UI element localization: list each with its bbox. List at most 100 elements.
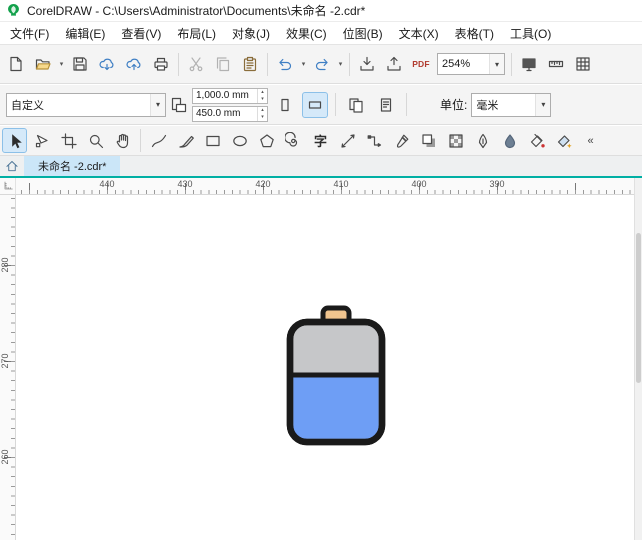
- title-bar: CorelDRAW - C:\Users\Administrator\Docum…: [0, 0, 642, 22]
- vertical-ruler[interactable]: 280 270 260: [0, 195, 16, 540]
- polygon-tool[interactable]: [254, 128, 279, 153]
- drop-shadow-icon: [420, 132, 438, 150]
- freehand-tool[interactable]: [146, 128, 171, 153]
- copy-icon: [214, 55, 232, 73]
- page-width-input[interactable]: 1,000.0 mm: [192, 87, 268, 104]
- page-width-stepper[interactable]: [257, 88, 267, 103]
- drop-shadow-tool[interactable]: [416, 128, 441, 153]
- transparency-tool[interactable]: [443, 128, 468, 153]
- page-size-preset-combobox[interactable]: 自定义: [6, 92, 166, 117]
- menu-layout[interactable]: 布局(L): [169, 22, 224, 45]
- export-button[interactable]: [381, 51, 407, 77]
- print-button[interactable]: [148, 51, 174, 77]
- fullscreen-preview-button[interactable]: [516, 51, 542, 77]
- zoom-level-combobox[interactable]: 254%: [437, 53, 505, 75]
- toolbar-separator: [406, 93, 407, 116]
- dropdown-caret-icon[interactable]: [336, 51, 345, 77]
- open-button[interactable]: [30, 51, 56, 77]
- import-icon: [358, 55, 376, 73]
- edit-fill-tool[interactable]: [497, 128, 522, 153]
- home-button[interactable]: [0, 156, 24, 176]
- show-grid-icon: [574, 55, 592, 73]
- connector-tool[interactable]: [362, 128, 387, 153]
- page-height-value: 450.0 mm: [196, 108, 241, 119]
- chevron-down-icon[interactable]: [489, 54, 504, 74]
- menu-bitmaps[interactable]: 位图(B): [335, 22, 391, 45]
- crop-icon: [60, 132, 78, 150]
- vertical-scrollbar[interactable]: [634, 178, 642, 540]
- artistic-media-tool[interactable]: [173, 128, 198, 153]
- battery-body-bottom[interactable]: [293, 375, 379, 439]
- document-tab[interactable]: 未命名 -2.cdr*: [24, 156, 121, 176]
- new-document-icon: [7, 55, 25, 73]
- apply-to-current-page-button[interactable]: [373, 92, 399, 118]
- ruler-origin-button[interactable]: [0, 178, 16, 194]
- dropdown-caret-icon[interactable]: [57, 51, 66, 77]
- chevron-down-icon[interactable]: [535, 93, 551, 116]
- paste-icon: [241, 55, 259, 73]
- apply-to-all-pages-button[interactable]: [343, 92, 369, 118]
- transparency-icon: [447, 132, 465, 150]
- menu-file[interactable]: 文件(F): [2, 22, 57, 45]
- drawing-canvas[interactable]: [16, 195, 634, 540]
- menu-edit[interactable]: 编辑(E): [57, 22, 113, 45]
- interactive-fill-tool[interactable]: [524, 128, 549, 153]
- toolbox-overflow-button[interactable]: «: [578, 128, 603, 153]
- chevron-down-icon[interactable]: [150, 93, 165, 116]
- new-document-button[interactable]: [3, 51, 29, 77]
- save-to-cloud-button[interactable]: [121, 51, 147, 77]
- zoom-tool[interactable]: [83, 128, 108, 153]
- menu-tools[interactable]: 工具(O): [502, 22, 559, 45]
- pick-tool[interactable]: [2, 128, 27, 153]
- show-grid-button[interactable]: [570, 51, 596, 77]
- menu-effects[interactable]: 效果(C): [278, 22, 335, 45]
- menu-bar: 文件(F) 编辑(E) 查看(V) 布局(L) 对象(J) 效果(C) 位图(B) 文本(X)…: [0, 22, 642, 45]
- text-tool-label: 字: [313, 134, 327, 149]
- landscape-button[interactable]: [302, 91, 328, 118]
- publish-pdf-button[interactable]: PDF: [408, 51, 434, 77]
- menu-text[interactable]: 文本(X): [391, 22, 447, 45]
- outline-pen-tool[interactable]: [470, 128, 495, 153]
- paste-button[interactable]: [237, 51, 263, 77]
- vertical-ruler-label: 280: [0, 257, 10, 273]
- zoom-icon: [87, 132, 105, 150]
- cloud-download-icon: [98, 55, 116, 73]
- import-button[interactable]: [354, 51, 380, 77]
- ellipse-tool[interactable]: [227, 128, 252, 153]
- dimension-icon: [339, 132, 357, 150]
- dropdown-caret-icon[interactable]: [299, 51, 308, 77]
- pan-tool[interactable]: [110, 128, 135, 153]
- crop-tool[interactable]: [56, 128, 81, 153]
- eyedropper-tool[interactable]: [389, 128, 414, 153]
- vertical-ruler-label: 260: [0, 449, 10, 465]
- ruler-origin-icon: [2, 180, 14, 192]
- dimension-tool[interactable]: [335, 128, 360, 153]
- window-title: CorelDRAW - C:\Users\Administrator\Docum…: [27, 4, 366, 18]
- redo-button[interactable]: [309, 51, 335, 77]
- horizontal-ruler-label: 440: [99, 179, 115, 189]
- scrollbar-thumb[interactable]: [636, 233, 641, 383]
- units-combobox[interactable]: 毫米: [471, 92, 552, 117]
- text-tool[interactable]: 字: [308, 128, 333, 153]
- connector-icon: [366, 132, 384, 150]
- page-height-stepper[interactable]: [257, 106, 267, 121]
- rectangle-tool[interactable]: [200, 128, 225, 153]
- save-button[interactable]: [67, 51, 93, 77]
- shape-tool[interactable]: [29, 128, 54, 153]
- portrait-button[interactable]: [272, 92, 298, 118]
- vertical-ruler-label: 270: [0, 353, 10, 369]
- horizontal-ruler[interactable]: 440 430 420 410 400 390: [0, 178, 642, 195]
- portrait-icon: [276, 96, 294, 114]
- menu-view[interactable]: 查看(V): [113, 22, 169, 45]
- horizontal-ruler-label: 430: [177, 179, 193, 189]
- smart-fill-icon: [555, 132, 573, 150]
- toolbox: 字 «: [0, 126, 642, 156]
- open-from-cloud-button[interactable]: [94, 51, 120, 77]
- smart-fill-tool[interactable]: [551, 128, 576, 153]
- undo-button[interactable]: [272, 51, 298, 77]
- show-rulers-button[interactable]: [543, 51, 569, 77]
- page-height-input[interactable]: 450.0 mm: [192, 105, 268, 122]
- menu-table[interactable]: 表格(T): [447, 22, 502, 45]
- menu-object[interactable]: 对象(J): [224, 22, 278, 45]
- spiral-tool[interactable]: [281, 128, 306, 153]
